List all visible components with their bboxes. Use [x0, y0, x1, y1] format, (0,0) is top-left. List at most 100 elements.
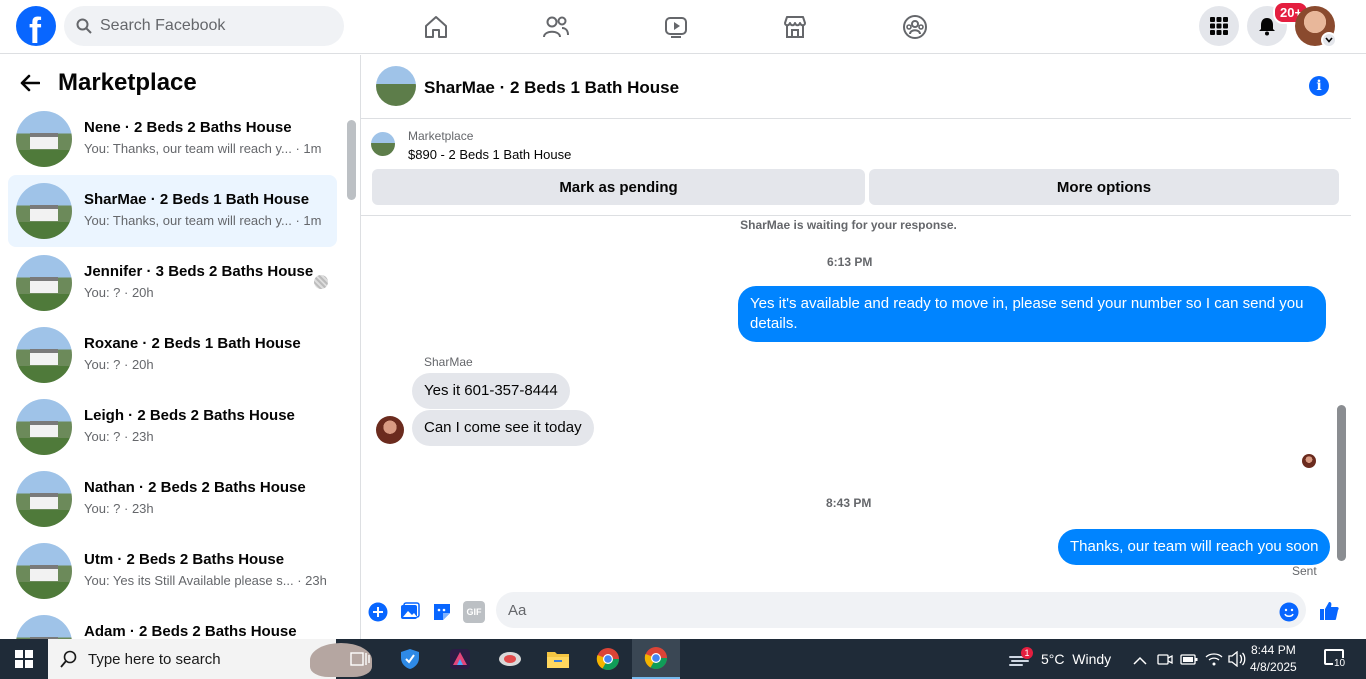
listing-card-thumbnail [371, 132, 395, 156]
battery-icon[interactable] [1180, 652, 1198, 671]
listing-thumbnail [16, 615, 72, 639]
sender-avatar[interactable] [376, 416, 404, 444]
conversation-preview: You: ? · 23h [84, 501, 154, 516]
home-icon[interactable] [421, 12, 451, 42]
security-app-icon[interactable] [386, 639, 434, 679]
account-chevron[interactable] [1321, 32, 1337, 48]
marketplace-icon[interactable] [780, 12, 810, 42]
conversation-name: Adam · 2 Beds 2 Baths House [84, 623, 297, 639]
read-receipt-avatar [1302, 454, 1316, 468]
chrome-icon[interactable] [584, 639, 632, 679]
chat-title[interactable]: SharMae · 2 Beds 1 Bath House [424, 78, 679, 98]
action-center-count: 10 [1333, 658, 1347, 669]
volume-icon[interactable] [1228, 650, 1246, 672]
clock-date: 4/8/2025 [1250, 660, 1297, 674]
conversation-item[interactable]: Adam · 2 Beds 2 Baths House [8, 607, 337, 639]
chat-listing-thumbnail[interactable] [376, 66, 416, 106]
listing-source: Marketplace [408, 129, 474, 143]
conversation-name: Leigh · 2 Beds 2 Baths House [84, 407, 295, 424]
more-options-button[interactable]: More options [869, 169, 1339, 205]
windows-logo-icon [15, 650, 33, 668]
message-timestamp: 8:43 PM [826, 496, 872, 510]
conversation-preview: You: Thanks, our team will reach y... · … [84, 141, 322, 156]
listing-summary[interactable]: $890 - 2 Beds 1 Bath House [408, 147, 571, 162]
message-timestamp: 6:13 PM [827, 255, 873, 269]
chevron-down-icon [1325, 37, 1333, 43]
video-icon[interactable] [661, 12, 691, 42]
mark-as-pending-button[interactable]: Mark as pending [372, 169, 865, 205]
top-navigation-bar: f 20+ [0, 0, 1366, 54]
file-explorer-icon[interactable] [534, 639, 582, 679]
windows-taskbar: 1 5°C Windy 8:44 PM 4/8/2025 10 [0, 639, 1366, 679]
search-input[interactable] [100, 6, 330, 46]
gif-icon[interactable]: GIF [463, 601, 485, 623]
thumbs-up-icon[interactable] [1318, 600, 1340, 622]
incoming-message[interactable]: Can I come see it today [412, 410, 594, 446]
conversation-item[interactable]: Nathan · 2 Beds 2 Baths House You: ? · 2… [8, 463, 337, 535]
clock-time: 8:44 PM [1251, 643, 1296, 657]
conversation-name: Utm · 2 Beds 2 Baths House [84, 551, 285, 568]
panel-title: Marketplace [58, 69, 197, 96]
message-input[interactable] [496, 592, 1306, 628]
conversation-list-scrollbar[interactable] [347, 120, 356, 200]
facebook-logo[interactable]: f [16, 6, 56, 51]
conversation-preview: You: Yes its Still Available please s...… [84, 573, 327, 588]
listing-thumbnail [16, 183, 72, 239]
chevron-up-icon[interactable] [1133, 653, 1147, 671]
search-icon [76, 18, 92, 34]
sent-status: Sent [1292, 564, 1317, 578]
listing-thumbnail [16, 399, 72, 455]
task-view-icon[interactable] [336, 639, 384, 679]
emoji-icon[interactable] [1278, 601, 1300, 623]
conversation-item[interactable]: Utm · 2 Beds 2 Baths House You: Yes its … [8, 535, 337, 607]
seen-indicator-icon [314, 275, 328, 289]
conversation-item[interactable]: Jennifer · 3 Beds 2 Baths House You: ? ·… [8, 247, 337, 319]
taskbar-search[interactable] [48, 639, 372, 679]
logo-letter: f [29, 10, 41, 51]
affinity-app-icon[interactable] [436, 639, 484, 679]
search-box[interactable] [64, 6, 344, 46]
conversation-preview: You: ? · 20h [84, 285, 154, 300]
chat-scrollbar[interactable] [1337, 405, 1346, 561]
chat-panel: SharMae · 2 Beds 1 Bath House i Marketpl… [361, 55, 1366, 639]
plus-icon[interactable] [367, 601, 389, 623]
listing-thumbnail [16, 327, 72, 383]
conversation-preview: You: ? · 23h [84, 429, 154, 444]
listing-thumbnail [16, 471, 72, 527]
listing-thumbnail [16, 543, 72, 599]
info-icon[interactable]: i [1309, 76, 1329, 96]
photo-icon[interactable] [399, 601, 421, 623]
groups-icon[interactable] [900, 12, 930, 42]
conversation-item-active[interactable]: SharMae · 2 Beds 1 Bath House You: Thank… [8, 175, 337, 247]
listing-card: Marketplace $890 - 2 Beds 1 Bath House M… [361, 120, 1351, 216]
outgoing-message[interactable]: Yes it's available and ready to move in,… [738, 286, 1326, 342]
friends-icon[interactable] [541, 12, 571, 42]
back-arrow-icon[interactable] [20, 74, 40, 92]
sticker-icon[interactable] [431, 601, 453, 623]
grid-icon [1210, 17, 1228, 35]
browser-app-icon[interactable] [486, 639, 534, 679]
message-composer: GIF [361, 589, 1366, 639]
taskbar-search-input[interactable] [88, 639, 268, 679]
conversation-preview: You: Thanks, our team will reach y... · … [84, 213, 322, 228]
windows-start-button[interactable] [0, 639, 48, 679]
conversation-item[interactable]: Leigh · 2 Beds 2 Baths House You: ? · 23… [8, 391, 337, 463]
wifi-icon[interactable] [1205, 651, 1223, 672]
chrome-profile-icon-active[interactable] [632, 639, 680, 679]
weather-text[interactable]: 5°C Windy [1041, 651, 1111, 667]
incoming-message[interactable]: Yes it 601-357-8444 [412, 373, 570, 409]
conversation-name: Jennifer · 3 Beds 2 Baths House [84, 263, 314, 280]
meet-now-icon[interactable] [1157, 651, 1173, 672]
conversation-name: Roxane · 2 Beds 1 Bath House [84, 335, 301, 352]
weather-alert-badge: 1 [1021, 647, 1033, 659]
outgoing-message[interactable]: Thanks, our team will reach you soon [1058, 529, 1331, 565]
conversation-name: Nene · 2 Beds 2 Baths House [84, 119, 292, 136]
menu-grid-button[interactable] [1199, 6, 1239, 46]
conversation-item[interactable]: Nene · 2 Beds 2 Baths House You: Thanks,… [8, 103, 337, 175]
system-clock[interactable]: 8:44 PM 4/8/2025 [1250, 642, 1297, 676]
conversation-preview: You: ? · 20h [84, 357, 154, 372]
conversation-item[interactable]: Roxane · 2 Beds 1 Bath House You: ? · 20… [8, 319, 337, 391]
conversation-name: Nathan · 2 Beds 2 Baths House [84, 479, 306, 496]
conversation-name: SharMae · 2 Beds 1 Bath House [84, 191, 310, 208]
waiting-notice: SharMae is waiting for your response. [740, 218, 957, 232]
